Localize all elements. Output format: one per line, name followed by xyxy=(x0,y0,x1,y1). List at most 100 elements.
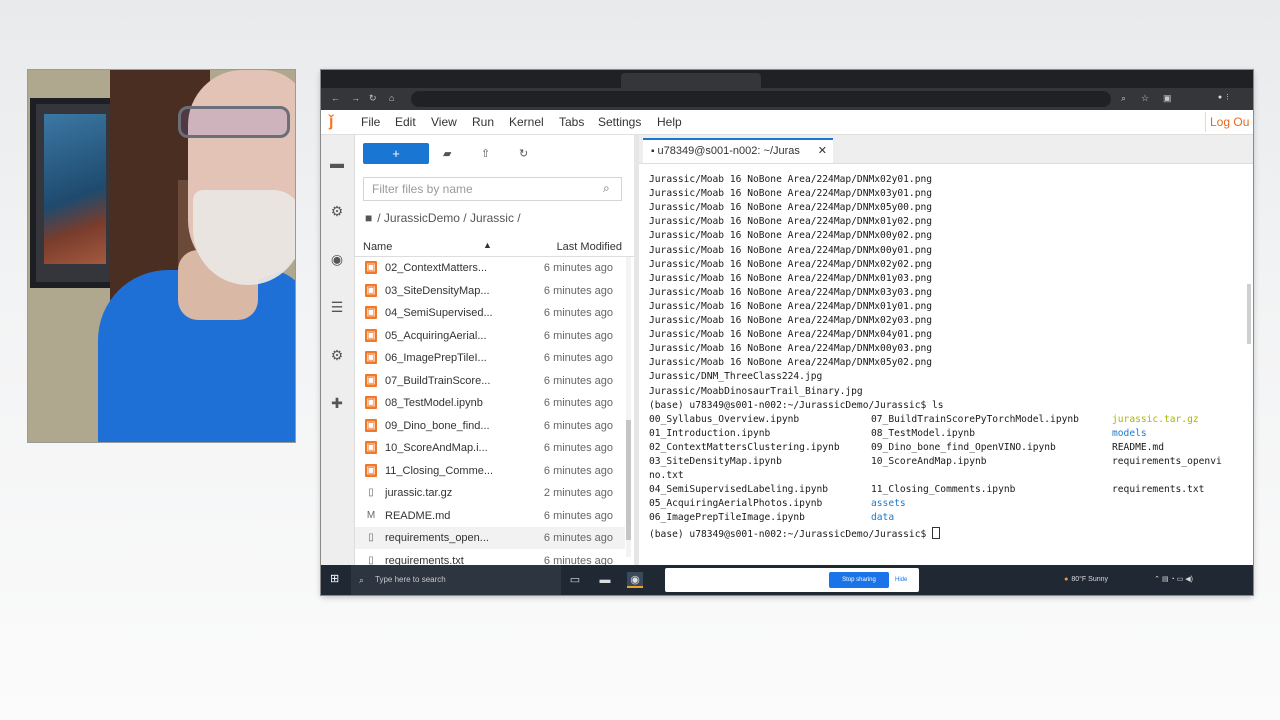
terminal-line: (base) u78349@s001-n002:~/JurassicDemo/J… xyxy=(649,399,944,411)
upload-icon[interactable]: ⇧ xyxy=(481,147,490,160)
weather-text: 80°F Sunny xyxy=(1071,576,1108,583)
running-icon[interactable]: ⚙ xyxy=(329,203,345,219)
refresh-icon[interactable]: ↻ xyxy=(519,147,528,160)
screen-share-banner: Stop sharing Hide xyxy=(665,568,919,592)
column-last-modified[interactable]: Last Modified xyxy=(557,241,622,253)
terminal-icon: ▪ xyxy=(651,146,655,157)
file-row[interactable]: ▣ 09_Dino_bone_find... 6 minutes ago xyxy=(355,415,625,437)
ls-entry: 08_TestModel.ipynb xyxy=(871,427,975,439)
notebook-icon: ▣ xyxy=(365,283,377,297)
file-name: 11_Closing_Comme... xyxy=(385,464,494,477)
menu-file[interactable]: File xyxy=(361,115,380,129)
menu-settings[interactable]: Settings xyxy=(598,115,641,129)
browser-tab[interactable] xyxy=(339,73,469,88)
terminal-line: Jurassic/Moab 16 NoBone Area/224Map/DNMx… xyxy=(649,230,933,242)
file-row[interactable]: ▣ 04_SemiSupervised... 6 minutes ago xyxy=(355,302,625,324)
new-launcher-button[interactable]: + xyxy=(363,143,429,164)
file-list-scroll-thumb[interactable] xyxy=(626,420,631,540)
notebook-icon: ▣ xyxy=(365,351,377,364)
home-icon[interactable]: ⌂ xyxy=(389,93,394,103)
terminal-line: Jurassic/Moab 16 NoBone Area/224Map/DNMx… xyxy=(649,258,933,270)
browser-tab[interactable] xyxy=(481,73,601,88)
file-modified: 6 minutes ago xyxy=(543,397,613,409)
file-row[interactable]: ▣ 10_ScoreAndMap.i... 6 minutes ago xyxy=(355,437,625,459)
menu-view[interactable]: View xyxy=(431,115,457,129)
terminal-line: Jurassic/Moab 16 NoBone Area/224Map/DNMx… xyxy=(649,329,933,341)
extensions-icon[interactable]: ✚ xyxy=(329,395,345,411)
terminal-line: Jurassic/Moab 16 NoBone Area/224Map/DNMx… xyxy=(649,202,933,214)
url-field[interactable] xyxy=(411,91,1111,107)
terminal-line: Jurassic/MoabDinosaurTrail_Binary.jpg xyxy=(649,385,863,397)
ls-entry: 03_SiteDensityMap.ipynb xyxy=(649,456,782,467)
ls-entry: 00_Syllabus_Overview.ipynb xyxy=(649,413,800,425)
hide-button[interactable]: Hide xyxy=(895,568,907,592)
logout-button[interactable]: Log Ou xyxy=(1205,112,1253,132)
terminal-line: Jurassic/Moab 16 NoBone Area/224Map/DNMx… xyxy=(649,343,933,355)
search-icon[interactable]: ⌕ xyxy=(1121,93,1126,104)
main-tab-bar: ▪ u78349@s001-n002: ~/Juras ✕ xyxy=(639,135,1253,164)
notebook-icon: ▣ xyxy=(365,396,377,409)
menu-tabs[interactable]: Tabs xyxy=(559,115,584,129)
file-browser: + ▰ ⇧ ↻ Filter files by name ⌕ ■ / Jurass… xyxy=(355,135,634,565)
sun-icon: ● xyxy=(1064,576,1069,583)
file-modified: 6 minutes ago xyxy=(543,442,613,454)
property-inspector-icon[interactable]: ⚙ xyxy=(329,347,345,363)
browser-tab[interactable] xyxy=(776,73,896,88)
file-row[interactable]: ▣ 05_AcquiringAerial... 6 minutes ago xyxy=(355,325,625,347)
file-row[interactable]: ▯ requirements.txt 6 minutes ago xyxy=(355,550,625,566)
search-icon: ⌕ xyxy=(359,575,365,585)
browser-tab-active[interactable] xyxy=(621,73,761,88)
file-modified: 2 minutes ago xyxy=(543,487,613,499)
notebook-icon: ▣ xyxy=(365,328,377,342)
file-row[interactable]: ▣ 06_ImagePrepTileI... 6 minutes ago xyxy=(355,347,625,369)
sidepanel-icon[interactable]: ▣ xyxy=(1163,93,1172,104)
file-row[interactable]: ▣ 07_BuildTrainScore... 6 minutes ago xyxy=(355,370,625,392)
jupyter-logo-icon: ǰ xyxy=(329,113,334,130)
file-row[interactable]: ▯ jurassic.tar.gz 2 minutes ago xyxy=(355,482,625,504)
breadcrumb[interactable]: ■ / JurassicDemo / Jurassic / xyxy=(365,211,521,225)
close-icon[interactable]: ✕ xyxy=(818,140,827,162)
reload-icon[interactable]: ↻ xyxy=(369,93,377,104)
task-view-icon[interactable]: ▭ xyxy=(567,572,583,588)
ls-entry: jurassic.tar.gz xyxy=(1112,413,1199,425)
commands-icon[interactable]: ☰ xyxy=(329,299,345,315)
terminal-output[interactable]: Jurassic/Moab 16 NoBone Area/224Map/DNMx… xyxy=(639,164,1253,565)
menu-run[interactable]: Run xyxy=(472,115,494,129)
git-icon[interactable]: ◉ xyxy=(329,251,345,267)
taskbar-search-input[interactable]: ⌕ Type here to search xyxy=(351,565,561,595)
file-row[interactable]: ▣ 08_TestModel.ipynb 6 minutes ago xyxy=(355,392,625,414)
folder-icon[interactable]: ▬ xyxy=(329,155,345,171)
file-row[interactable]: ▯ requirements_open... 6 minutes ago xyxy=(355,527,625,549)
back-icon[interactable]: ← xyxy=(331,93,340,103)
terminal-scrollbar[interactable] xyxy=(1247,284,1251,344)
forward-icon[interactable]: → xyxy=(351,93,360,103)
file-modified: 6 minutes ago xyxy=(543,284,613,297)
ls-entry: no.txt xyxy=(649,470,684,482)
file-row[interactable]: M README.md 6 minutes ago xyxy=(355,505,625,527)
file-name: 05_AcquiringAerial... xyxy=(385,329,487,342)
menu-kernel[interactable]: Kernel xyxy=(509,115,544,129)
terminal-tab[interactable]: ▪ u78349@s001-n002: ~/Juras ✕ xyxy=(643,138,833,163)
incognito-badge[interactable]: ● ⋮ xyxy=(1218,93,1231,101)
file-row[interactable]: ▣ 02_ContextMatters... 6 minutes ago xyxy=(355,257,625,279)
filter-files-input[interactable]: Filter files by name xyxy=(363,177,622,201)
menu-edit[interactable]: Edit xyxy=(395,115,416,129)
ls-entry: 06_ImagePrepTileImage.ipynb xyxy=(649,512,805,524)
star-icon[interactable]: ☆ xyxy=(1141,93,1149,104)
file-name: 04_SemiSupervised... xyxy=(385,307,493,319)
file-row[interactable]: ▣ 03_SiteDensityMap... 6 minutes ago xyxy=(355,280,625,302)
windows-start-icon[interactable]: ⊞ xyxy=(330,573,342,585)
file-name: 08_TestModel.ipynb xyxy=(385,397,483,409)
file-explorer-icon[interactable]: ▬ xyxy=(597,572,613,588)
breadcrumb-path[interactable]: / JurassicDemo / Jurassic / xyxy=(377,211,520,225)
stop-sharing-button[interactable]: Stop sharing xyxy=(829,572,889,588)
chrome-icon[interactable]: ◉ xyxy=(627,572,643,588)
column-name[interactable]: Name xyxy=(363,241,392,253)
weather-widget[interactable]: ● 80°F Sunny xyxy=(1064,565,1108,595)
file-name: README.md xyxy=(385,509,451,522)
browser-tab[interactable] xyxy=(911,73,1031,88)
system-tray-icons[interactable]: ⌃ ▤ ◔ ▭ ◀) xyxy=(1154,565,1193,595)
new-folder-icon[interactable]: ▰ xyxy=(443,147,451,160)
menu-help[interactable]: Help xyxy=(657,115,682,129)
file-row[interactable]: ▣ 11_Closing_Comme... 6 minutes ago xyxy=(355,460,625,482)
